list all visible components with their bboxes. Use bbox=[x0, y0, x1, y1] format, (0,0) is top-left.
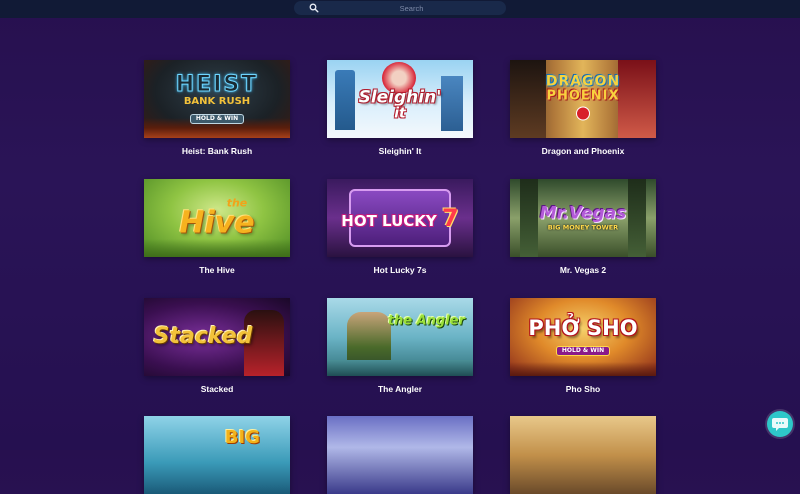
game-logo-badge: HOLD & WIN bbox=[189, 114, 245, 124]
game-card[interactable] bbox=[510, 416, 656, 494]
game-card-the-angler[interactable]: the Angler The Angler bbox=[327, 298, 473, 394]
game-title[interactable]: Sleighin' It bbox=[327, 146, 473, 156]
search-input[interactable] bbox=[324, 1, 499, 15]
game-card-the-hive[interactable]: the Hive The Hive bbox=[144, 179, 290, 275]
game-thumbnail[interactable]: Sleighin' it bbox=[327, 60, 473, 138]
game-logo-badge: HOLD & WIN bbox=[555, 346, 611, 356]
top-bar bbox=[0, 0, 800, 18]
game-logo: Hive bbox=[179, 205, 255, 241]
game-thumbnail[interactable]: PHỞ SHO HOLD & WIN bbox=[510, 298, 656, 376]
game-title[interactable]: The Angler bbox=[327, 384, 473, 394]
game-thumbnail[interactable]: BIG bbox=[144, 416, 290, 494]
game-card-sleighin-it[interactable]: Sleighin' it Sleighin' It bbox=[327, 60, 473, 156]
game-title[interactable]: Mr. Vegas 2 bbox=[510, 265, 656, 275]
game-thumbnail[interactable]: the Hive bbox=[144, 179, 290, 257]
game-title[interactable]: Heist: Bank Rush bbox=[144, 146, 290, 156]
game-card-stacked[interactable]: Stacked Stacked bbox=[144, 298, 290, 394]
game-card-heist-bank-rush[interactable]: HEIST BANK RUSH HOLD & WIN Heist: Bank R… bbox=[144, 60, 290, 156]
game-thumbnail[interactable]: Mr.Vegas BIG MONEY TOWER bbox=[510, 179, 656, 257]
chat-button[interactable] bbox=[767, 411, 793, 437]
game-thumbnail[interactable] bbox=[327, 416, 473, 494]
game-card[interactable] bbox=[327, 416, 473, 494]
game-thumbnail[interactable]: DRAGON PHOENIX bbox=[510, 60, 656, 138]
game-logo: HEIST bbox=[175, 72, 259, 97]
game-logo: HOT LUCKY 7 bbox=[341, 204, 459, 232]
game-title[interactable]: Stacked bbox=[144, 384, 290, 394]
game-card-mr-vegas-2[interactable]: Mr.Vegas BIG MONEY TOWER Mr. Vegas 2 bbox=[510, 179, 656, 275]
game-card-hot-lucky-7s[interactable]: HOT LUCKY 7 Hot Lucky 7s bbox=[327, 179, 473, 275]
game-title[interactable]: Pho Sho bbox=[510, 384, 656, 394]
game-thumbnail[interactable]: the Angler bbox=[327, 298, 473, 376]
game-logo-sub: it bbox=[394, 105, 406, 122]
brand-badge-icon bbox=[576, 106, 590, 121]
game-card[interactable]: BIG bbox=[144, 416, 290, 494]
search-bar[interactable] bbox=[294, 1, 506, 15]
game-thumbnail[interactable] bbox=[510, 416, 656, 494]
chat-bubble-icon bbox=[772, 418, 788, 431]
game-title[interactable]: The Hive bbox=[144, 265, 290, 275]
game-logo: Mr.Vegas bbox=[539, 203, 627, 224]
game-title[interactable]: Dragon and Phoenix bbox=[510, 146, 656, 156]
game-title[interactable]: Hot Lucky 7s bbox=[327, 265, 473, 275]
game-card-pho-sho[interactable]: PHỞ SHO HOLD & WIN Pho Sho bbox=[510, 298, 656, 394]
game-logo: PHỞ SHO bbox=[528, 316, 638, 340]
game-thumbnail[interactable]: HOT LUCKY 7 bbox=[327, 179, 473, 257]
game-logo: Sleighin' bbox=[358, 87, 442, 108]
game-thumbnail[interactable]: Stacked bbox=[144, 298, 290, 376]
game-logo-sub: BANK RUSH bbox=[183, 96, 251, 107]
game-thumbnail[interactable]: HEIST BANK RUSH HOLD & WIN bbox=[144, 60, 290, 138]
game-logo: BIG bbox=[224, 427, 260, 448]
game-logo: the Angler bbox=[387, 313, 465, 329]
game-logo-sub: PHOENIX bbox=[546, 88, 620, 104]
game-logo-sub: 7 bbox=[442, 204, 459, 232]
game-logo: Stacked bbox=[153, 324, 253, 349]
search-icon bbox=[309, 3, 319, 13]
game-logo-sub: BIG MONEY TOWER bbox=[547, 223, 619, 232]
game-logo: DRAGON bbox=[545, 73, 621, 90]
game-card-dragon-and-phoenix[interactable]: DRAGON PHOENIX Dragon and Phoenix bbox=[510, 60, 656, 156]
